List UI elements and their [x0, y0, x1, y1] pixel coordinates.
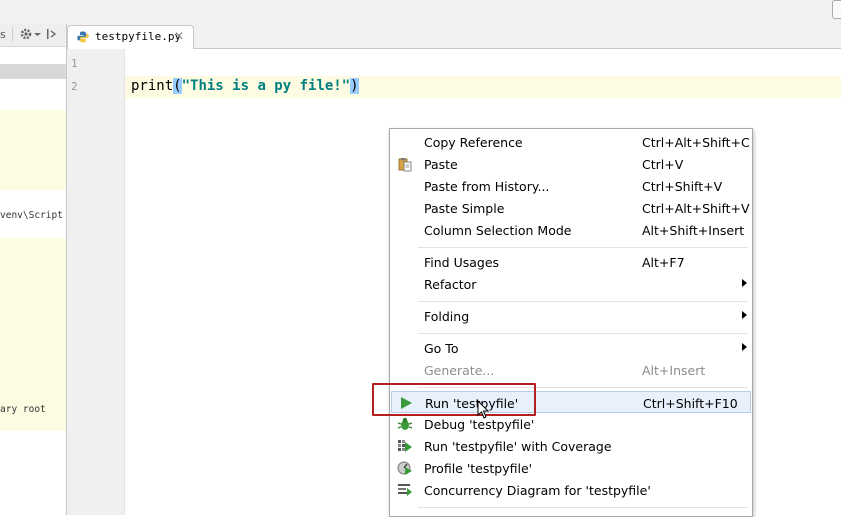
- paste-icon: [397, 156, 413, 172]
- menu-item-label: Column Selection Mode: [424, 223, 572, 238]
- editor-context-menu: Copy Reference Ctrl+Alt+Shift+C Paste Ct…: [389, 128, 753, 517]
- annotation-highlight-box: [372, 383, 536, 416]
- menu-item-profile[interactable]: Profile 'testpyfile': [391, 457, 751, 479]
- menu-item-label: Refactor: [424, 277, 477, 292]
- menu-item-shortcut: Ctrl+V: [642, 157, 684, 172]
- gear-icon[interactable]: [19, 27, 33, 43]
- tab-label: testpyfile.py: [95, 30, 182, 43]
- menu-item-paste-simple[interactable]: Paste Simple Ctrl+Alt+Shift+V: [391, 197, 751, 219]
- menu-item-shortcut: Ctrl+Shift+V: [642, 179, 723, 194]
- menu-item-debug[interactable]: Debug 'testpyfile': [391, 413, 751, 435]
- menu-item-label: Run 'testpyfile' with Coverage: [424, 439, 612, 454]
- menu-item-refactor[interactable]: Refactor: [391, 273, 751, 295]
- menu-item-shortcut: Ctrl+Alt+Shift+V: [642, 201, 750, 216]
- line-number: 2: [71, 80, 78, 93]
- project-view-label[interactable]: s: [0, 27, 6, 43]
- coverage-icon: [397, 438, 413, 454]
- debug-icon: [397, 416, 413, 432]
- menu-item-concurrency-diagram[interactable]: Concurrency Diagram for 'testpyfile': [391, 479, 751, 501]
- menu-item-label: Find Usages: [424, 255, 500, 270]
- editor-tab-bar: testpyfile.py ✕: [67, 24, 841, 49]
- submenu-arrow-icon: [742, 343, 747, 351]
- menu-item-label: Concurrency Diagram for 'testpyfile': [424, 483, 651, 498]
- panel-highlight: [0, 238, 66, 431]
- close-icon[interactable]: ✕: [174, 29, 184, 43]
- menu-separator: [418, 301, 748, 302]
- code-paren-open: (: [173, 78, 182, 94]
- menu-separator: [418, 333, 748, 334]
- menu-item-paste-from-history[interactable]: Paste from History... Ctrl+Shift+V: [391, 175, 751, 197]
- menu-item-go-to[interactable]: Go To: [391, 337, 751, 359]
- window-control-button[interactable]: [832, 0, 841, 19]
- code-paren-close: ): [350, 78, 359, 94]
- chevron-down-icon[interactable]: [34, 27, 41, 43]
- menu-item-run-with-coverage[interactable]: Run 'testpyfile' with Coverage: [391, 435, 751, 457]
- menu-item-label: Paste: [424, 157, 458, 172]
- python-file-icon: [77, 31, 89, 43]
- root-text: ary root: [0, 404, 46, 415]
- menu-item-label: Paste Simple: [424, 201, 505, 216]
- project-panel: s venv\Script ary root: [0, 24, 67, 515]
- menu-item-label: Profile 'testpyfile': [424, 461, 533, 476]
- profile-icon: [397, 460, 413, 476]
- tab-testpyfile[interactable]: testpyfile.py ✕: [67, 25, 194, 49]
- menu-item-label: Go To: [424, 341, 459, 356]
- menu-item-generate: Generate... Alt+Insert: [391, 359, 751, 381]
- concurrency-icon: [397, 482, 413, 498]
- project-tree-selected-row[interactable]: [0, 64, 66, 79]
- editor-gutter: 1 2: [67, 49, 125, 515]
- menu-item-copy-reference[interactable]: Copy Reference Ctrl+Alt+Shift+C: [391, 131, 751, 153]
- path-text: venv\Script: [0, 210, 63, 221]
- mouse-cursor-icon: [477, 399, 491, 420]
- submenu-arrow-icon: [742, 279, 747, 287]
- menu-item-paste[interactable]: Paste Ctrl+V: [391, 153, 751, 175]
- line-number: 1: [71, 57, 78, 70]
- menu-item-shortcut: Ctrl+Alt+Shift+C: [642, 135, 750, 150]
- submenu-arrow-icon: [742, 311, 747, 319]
- code-line[interactable]: print("This is a py file!"): [131, 78, 359, 94]
- panel-highlight: [0, 110, 66, 190]
- code-string: "This is a py file!": [181, 78, 351, 94]
- project-toolbar: s: [0, 24, 66, 47]
- code-function: print: [131, 78, 174, 94]
- menu-item-shortcut: Alt+Shift+Insert: [642, 223, 745, 238]
- menu-item-find-usages[interactable]: Find Usages Alt+F7: [391, 251, 751, 273]
- menu-item-column-selection-mode[interactable]: Column Selection Mode Alt+Shift+Insert: [391, 219, 751, 241]
- menu-item-label: Folding: [424, 309, 470, 324]
- toolbar-divider: [12, 27, 13, 41]
- menu-item-label: Generate...: [424, 363, 495, 378]
- menu-separator: [418, 507, 748, 508]
- menu-item-shortcut: Alt+Insert: [642, 363, 706, 378]
- menu-separator: [418, 247, 748, 248]
- menu-item-shortcut: Alt+F7: [642, 255, 685, 270]
- menu-item-label: Copy Reference: [424, 135, 523, 150]
- menu-item-shortcut: Ctrl+Shift+F10: [643, 396, 738, 411]
- title-strip: [0, 0, 841, 24]
- menu-item-folding[interactable]: Folding: [391, 305, 751, 327]
- menu-item-label: Paste from History...: [424, 179, 550, 194]
- hide-panel-icon[interactable]: [46, 27, 58, 43]
